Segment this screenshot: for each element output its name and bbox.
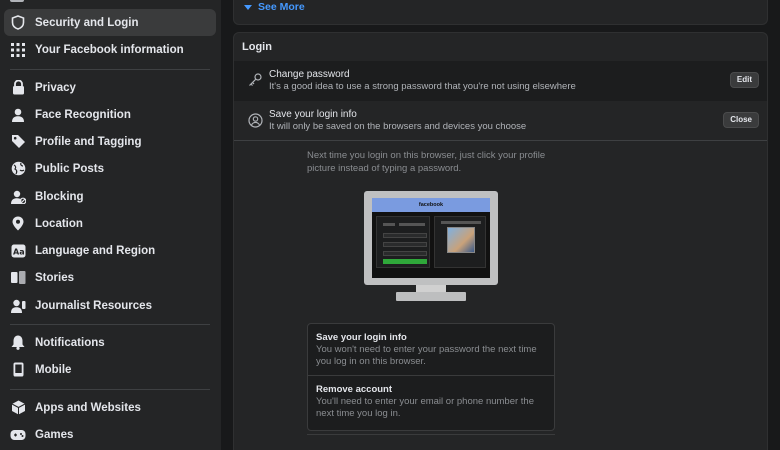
sidebar-divider (10, 324, 210, 325)
previous-section-card: See More (233, 0, 768, 25)
sidebar-item-face-recognition[interactable]: Face Recognition (4, 101, 216, 128)
sidebar-item-label: Profile and Tagging (35, 135, 142, 148)
user-circle-icon (248, 113, 264, 129)
login-options-list: Save your login info You won't need to e… (307, 323, 555, 431)
sidebar-item-games[interactable]: Games (4, 421, 216, 448)
cube-icon (10, 400, 26, 416)
sidebar-item-privacy[interactable]: Privacy (4, 74, 216, 101)
login-card-title: Login (242, 41, 272, 53)
sidebar-item-label: Notifications (35, 336, 105, 349)
sidebar-item-label: Security and Login (35, 16, 139, 29)
grid-icon (10, 42, 26, 58)
edit-button[interactable]: Edit (729, 72, 759, 88)
close-button[interactable]: Close (723, 112, 759, 128)
person-icon (10, 107, 26, 123)
sidebar-item-label: Your Facebook information (35, 43, 184, 56)
sidebar-item-security-and-login[interactable]: Security and Login (4, 9, 216, 36)
sidebar-item-label: Blocking (35, 190, 84, 203)
svg-text:Aa: Aa (13, 247, 25, 256)
sidebar-divider (10, 389, 210, 390)
journalist-icon (10, 298, 26, 314)
login-card: Login Change password It's a good idea t… (233, 32, 768, 450)
sidebar-item-notifications[interactable]: Notifications (4, 329, 216, 356)
save-login-explanation: Next time you login on this browser, jus… (307, 150, 546, 174)
main-content: See More Login Change password It's a go… (221, 0, 780, 450)
change-password-row[interactable]: Change password It's a good idea to use … (234, 61, 767, 101)
sidebar-item-blocking[interactable]: Blocking (4, 183, 216, 210)
computer-monitor-illustration: facebook (364, 191, 498, 305)
block-user-icon (10, 189, 26, 205)
sidebar-item-label: Location (35, 217, 83, 230)
option-desc: You won't need to enter your password th… (316, 344, 537, 367)
sidebar-top-item-stub (0, 0, 221, 2)
location-pin-icon (10, 216, 26, 232)
divider (307, 434, 555, 435)
caret-down-icon (244, 4, 252, 10)
change-password-title: Change password (269, 69, 350, 80)
sidebar-item-label: Stories (35, 271, 74, 284)
option-desc: You'll need to enter your email or phone… (316, 396, 534, 419)
globe-icon (10, 161, 26, 177)
lock-icon (10, 80, 26, 96)
option-title: Save your login info (316, 332, 407, 343)
change-password-desc: It's a good idea to use a strong passwor… (269, 81, 576, 92)
profile-photo-image (447, 227, 475, 253)
sidebar-item-label: Apps and Websites (35, 401, 141, 414)
sidebar-item-public-posts[interactable]: Public Posts (4, 155, 216, 182)
mobile-icon (10, 362, 26, 378)
save-login-info-row[interactable]: Save your login info It will only be sav… (234, 101, 767, 141)
sidebar-item-label: Public Posts (35, 162, 105, 175)
key-icon (248, 73, 264, 89)
sidebar-item-label: Face Recognition (35, 108, 131, 121)
book-icon (10, 270, 26, 286)
option-title: Remove account (316, 384, 393, 395)
settings-sidebar: Security and Login Your Facebook informa… (0, 0, 221, 450)
see-more-link[interactable]: See More (244, 1, 305, 13)
sidebar-item-your-facebook-information[interactable]: Your Facebook information (4, 36, 216, 63)
sidebar-item-language-and-region[interactable]: Aa Language and Region (4, 237, 216, 264)
sidebar-item-mobile[interactable]: Mobile (4, 356, 216, 383)
bell-icon (10, 335, 26, 351)
option-save-login-info[interactable]: Save your login info You won't need to e… (308, 324, 554, 376)
sidebar-item-label: Privacy (35, 81, 76, 94)
sidebar-item-journalist-resources[interactable]: Journalist Resources (4, 292, 216, 319)
sidebar-item-label: Journalist Resources (35, 299, 152, 312)
tag-icon (10, 134, 26, 150)
sidebar-item-label: Mobile (35, 363, 72, 376)
gamepad-icon (10, 427, 26, 443)
sidebar-item-profile-and-tagging[interactable]: Profile and Tagging (4, 128, 216, 155)
sidebar-item-stories[interactable]: Stories (4, 264, 216, 291)
option-remove-account[interactable]: Remove account You'll need to enter your… (308, 376, 554, 428)
language-icon: Aa (10, 243, 26, 259)
sidebar-item-label: Games (35, 428, 74, 441)
sidebar-item-label: Language and Region (35, 244, 156, 257)
save-login-info-desc: It will only be saved on the browsers an… (269, 121, 527, 132)
shield-icon (10, 15, 26, 31)
see-more-label: See More (258, 1, 305, 13)
sidebar-item-apps-and-websites[interactable]: Apps and Websites (4, 394, 216, 421)
save-login-info-title: Save your login info (269, 109, 357, 120)
illustration-brand-label: facebook (418, 202, 444, 208)
sidebar-item-location[interactable]: Location (4, 210, 216, 237)
sidebar-divider (10, 69, 210, 70)
